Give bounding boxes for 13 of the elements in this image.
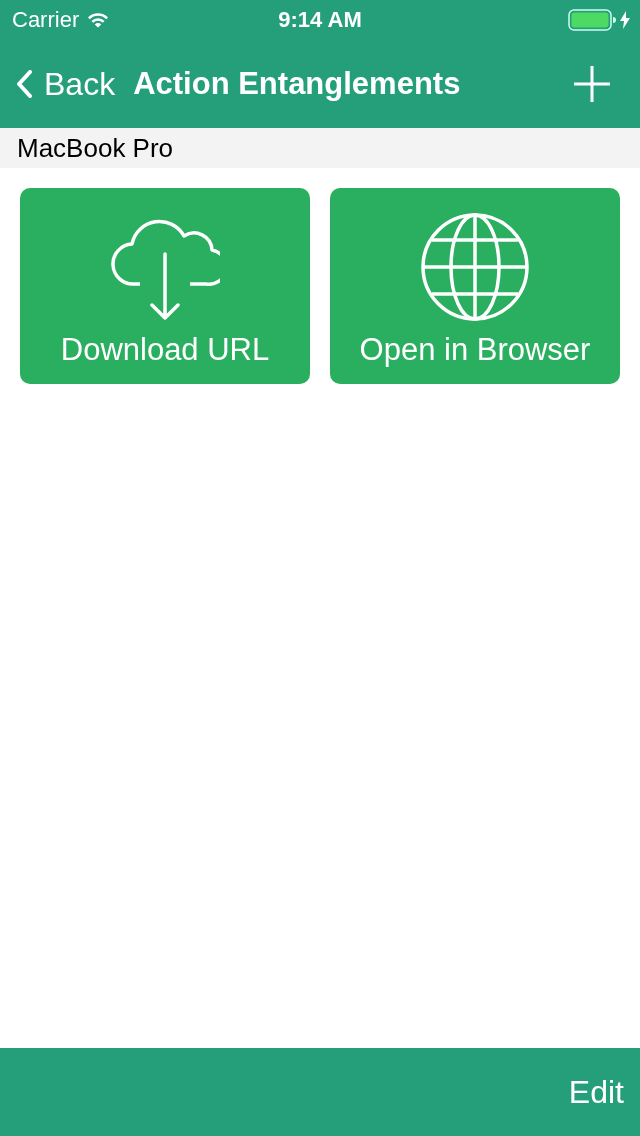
back-button[interactable]: Back: [16, 65, 116, 103]
carrier-name: Carrier: [12, 7, 80, 33]
action-tile[interactable]: Download URL: [20, 188, 310, 384]
globe-icon: [420, 212, 530, 322]
status-time: 9:14 AM: [278, 7, 362, 33]
add-icon[interactable]: [574, 66, 610, 102]
nav-title: Action Entanglements: [133, 66, 462, 102]
edit-button[interactable]: Edit: [568, 1073, 624, 1111]
wifi-icon: [87, 12, 110, 28]
battery-icon: [568, 9, 616, 31]
action-tile[interactable]: Open in Browser: [330, 188, 620, 384]
section-title: MacBook Pro: [17, 132, 174, 164]
chevron-icon: [16, 70, 32, 98]
